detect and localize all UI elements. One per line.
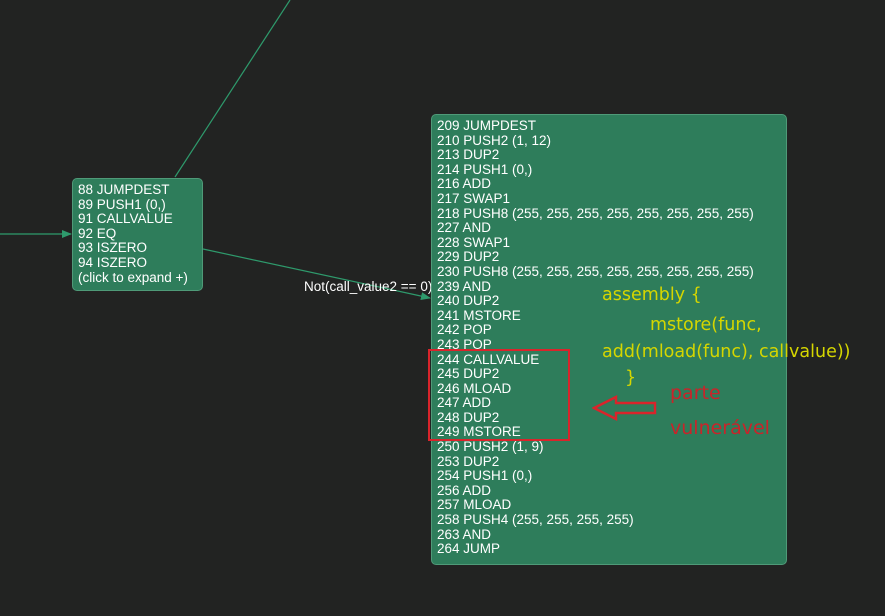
instruction-line: (click to expand +) <box>78 269 188 285</box>
instruction-line: 88 JUMPDEST <box>78 182 170 197</box>
instruction-line: 213 DUP2 <box>437 147 500 163</box>
edge-outgoing-up <box>174 0 291 178</box>
left-arrow-icon <box>592 395 657 421</box>
instruction-line: 214 PUSH1 (0,) <box>437 161 533 177</box>
instruction-line: 93 ISZERO <box>78 240 148 256</box>
instruction-line: 250 PUSH2 (1, 9) <box>437 439 544 455</box>
instruction-line: 89 PUSH1 (0,) <box>78 196 166 212</box>
annotation-code-line-3: add(mload(func), callvalue)) <box>602 342 851 362</box>
instruction-line: 92 EQ <box>78 225 117 241</box>
instruction-line: 227 AND <box>437 220 492 236</box>
basic-block-node-209[interactable]: 209 JUMPDEST 210 PUSH2 (1, 12) 213 DUP2 214… <box>431 114 787 565</box>
instruction-line: 256 ADD <box>437 482 492 498</box>
instruction-line: 91 CALLVALUE <box>78 211 173 227</box>
instruction-line: 253 DUP2 <box>437 453 500 469</box>
instruction-line: 94 ISZERO <box>78 254 148 270</box>
instruction-line: 216 ADD <box>437 176 492 192</box>
instruction-line: 264 JUMP <box>437 541 501 557</box>
instruction-line: 257 MLOAD <box>437 497 512 513</box>
instruction-line: 263 AND <box>437 526 492 542</box>
instruction-line: 218 PUSH8 (255, 255, 255, 255, 255, 255,… <box>437 205 754 221</box>
annotation-code-line-2: mstore(func, <box>650 315 762 335</box>
instruction-line: 210 PUSH2 (1, 12) <box>437 132 552 148</box>
instruction-line: 258 PUSH4 (255, 255, 255, 255) <box>437 512 634 528</box>
basic-block-node-88[interactable]: 88 JUMPDEST 89 PUSH1 (0,) 91 CALLVALUE 92 E… <box>72 178 203 291</box>
annotation-label-line-2: vulnerável <box>670 417 770 439</box>
instruction-line: 217 SWAP1 <box>437 190 511 206</box>
edge-label: Not(call_value2 == 0) <box>304 279 433 294</box>
instruction-line: 254 PUSH1 (0,) <box>437 468 533 484</box>
instruction-line: 229 DUP2 <box>437 249 500 265</box>
instruction-line: 209 JUMPDEST <box>437 118 537 133</box>
annotation-label-line-1: parte <box>670 382 721 404</box>
instruction-line: 230 PUSH8 (255, 255, 255, 255, 255, 255,… <box>437 263 754 279</box>
instruction-line: 245 DUP2 <box>437 366 500 382</box>
annotation-code-line-4: } <box>625 368 637 388</box>
annotation-code-line-1: assembly { <box>602 285 702 305</box>
instruction-line: 228 SWAP1 <box>437 234 511 250</box>
